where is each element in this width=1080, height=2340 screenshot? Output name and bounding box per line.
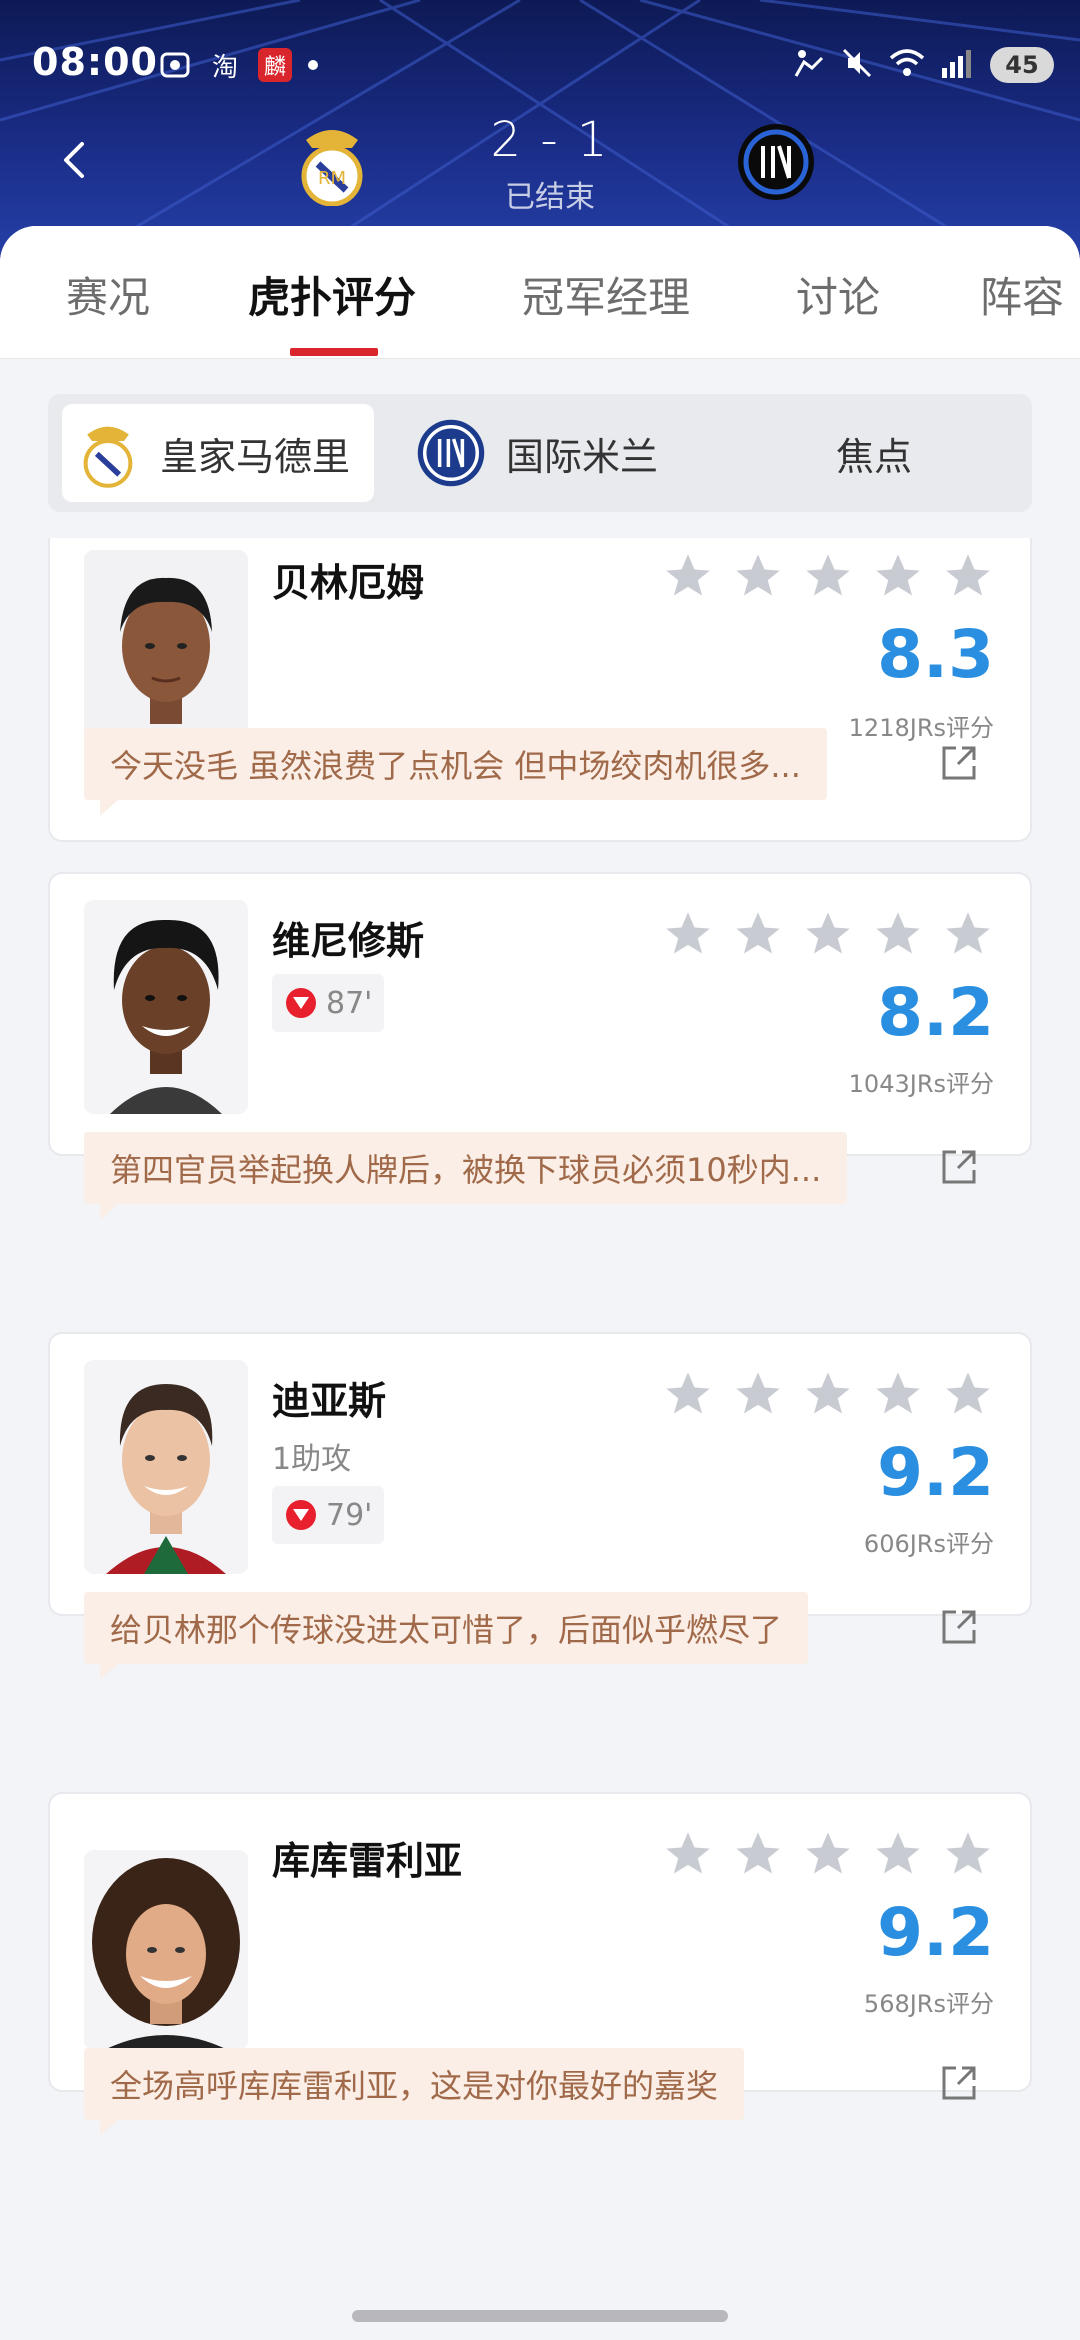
star-icon[interactable]: [942, 908, 994, 960]
star-icon[interactable]: [802, 1368, 854, 1420]
match-state: 已结束: [505, 180, 595, 215]
clock: 08:00: [32, 40, 158, 84]
player-name: 维尼修斯: [272, 919, 425, 963]
share-external-icon[interactable]: [938, 2062, 980, 2104]
top-comment[interactable]: 全场高呼库库雷利亚，这是对你最好的嘉奖: [84, 2048, 745, 2136]
star-icon[interactable]: [662, 1368, 714, 1420]
tab-hupu-ratings[interactable]: 虎扑评分: [248, 264, 416, 325]
tab-match-live[interactable]: 赛况: [66, 264, 150, 325]
status-bar: 08:00 淘 麟 45: [0, 34, 1080, 94]
sub-minute: 87': [326, 985, 373, 1021]
star-icon[interactable]: [872, 1368, 924, 1420]
back-arrow-icon[interactable]: [56, 140, 96, 180]
tab-discussion[interactable]: 讨论: [796, 264, 880, 325]
substitution-badge: 79': [272, 1486, 384, 1544]
real-madrid-crest-icon[interactable]: RM: [292, 120, 372, 206]
rating-stars[interactable]: [662, 550, 994, 602]
inter-milan-crest-icon[interactable]: [736, 122, 816, 202]
inter-milan-logo-icon: [417, 419, 485, 487]
segment-label: 国际米兰: [506, 434, 659, 479]
player-card[interactable]: 迪亚斯 1助攻 79' 9.2 606JRs评分 给贝林那个传球没进太可惜了，后…: [48, 1332, 1032, 1680]
star-icon[interactable]: [802, 1828, 854, 1880]
player-name: 迪亚斯: [272, 1379, 387, 1423]
tab-champion-manager[interactable]: 冠军经理: [522, 264, 690, 325]
segment-focus[interactable]: 焦点: [836, 404, 986, 502]
star-icon[interactable]: [732, 908, 784, 960]
player-card[interactable]: 贝林厄姆 8.3 1218JRs评分 今天没毛 虽然浪费了点机会 但中场绞肉机很…: [48, 538, 1032, 842]
vote-count: 606JRs评分: [863, 1530, 994, 1558]
star-icon[interactable]: [802, 908, 854, 960]
star-icon[interactable]: [942, 550, 994, 602]
segment-label: 焦点: [836, 434, 913, 479]
svg-text:RM: RM: [318, 168, 346, 189]
vote-count: 1218JRs评分: [848, 714, 994, 742]
assist-count: 1助攻: [272, 1442, 352, 1477]
star-icon[interactable]: [662, 550, 714, 602]
player-photo: [84, 900, 248, 1114]
player-photo: [84, 1850, 248, 2050]
player-name: 贝林厄姆: [272, 561, 425, 605]
vote-count: 1043JRs评分: [848, 1070, 994, 1098]
sub-minute: 79': [326, 1497, 373, 1533]
team-switcher: 皇家马德里 国际米兰 焦点: [48, 394, 1032, 512]
player-photo: [84, 1360, 248, 1574]
match-header: 08:00 淘 麟 45 RM 2 - 1 已结束: [0, 0, 1080, 260]
player-rating: 8.2: [877, 974, 994, 1051]
star-icon[interactable]: [872, 908, 924, 960]
wifi-icon: [888, 46, 926, 84]
ratings-sheet: 赛况 虎扑评分 冠军经理 讨论 阵容 皇家马德里 国际米兰 焦点 贝林厄姆 8.…: [0, 226, 1080, 2340]
star-icon[interactable]: [732, 1828, 784, 1880]
real-madrid-logo-icon: [83, 426, 133, 488]
star-icon[interactable]: [662, 1828, 714, 1880]
player-rating-list: 贝林厄姆 8.3 1218JRs评分 今天没毛 虽然浪费了点机会 但中场绞肉机很…: [0, 538, 1080, 2340]
score-panel: 2 - 1 已结束: [470, 112, 630, 216]
battery-indicator: 45: [990, 47, 1054, 83]
app-badge-icon: 麟: [258, 48, 292, 82]
rating-stars[interactable]: [662, 1368, 994, 1420]
star-icon[interactable]: [662, 908, 714, 960]
share-external-icon[interactable]: [938, 1146, 980, 1188]
star-icon[interactable]: [732, 1368, 784, 1420]
top-comment[interactable]: 给贝林那个传球没进太可惜了，后面似乎燃尽了: [84, 1592, 809, 1680]
share-external-icon[interactable]: [938, 1606, 980, 1648]
taobao-icon: 淘: [211, 52, 238, 83]
player-card[interactable]: 维尼修斯 87' 8.2 1043JRs评分 第四官员举起换人牌后，被换下球员必…: [48, 872, 1032, 1220]
tab-lineup[interactable]: 阵容: [980, 264, 1064, 325]
segment-real-madrid[interactable]: 皇家马德里: [62, 404, 374, 502]
top-comment[interactable]: 第四官员举起换人牌后，被换下球员必须10秒内...: [84, 1132, 848, 1220]
player-rating: 8.3: [877, 616, 994, 693]
notification-dot-icon: [308, 60, 318, 70]
star-icon[interactable]: [802, 550, 854, 602]
cellular-signal-icon: [940, 46, 976, 84]
vote-count: 568JRs评分: [863, 1990, 994, 2018]
home-indicator[interactable]: [352, 2310, 728, 2322]
top-comment[interactable]: 今天没毛 虽然浪费了点机会 但中场绞肉机很多...: [84, 728, 827, 816]
mute-icon: [840, 46, 874, 84]
do-not-disturb-icon: [792, 46, 826, 84]
tab-bar: 赛况 虎扑评分 冠军经理 讨论 阵容: [0, 226, 1080, 359]
player-rating: 9.2: [877, 1894, 994, 1971]
star-icon[interactable]: [732, 550, 784, 602]
sub-out-arrow-icon: [286, 988, 316, 1018]
match-score: 2 - 1: [490, 112, 610, 168]
screen-record-icon: [158, 48, 192, 82]
star-icon[interactable]: [872, 550, 924, 602]
active-tab-indicator: [290, 348, 378, 356]
star-icon[interactable]: [872, 1828, 924, 1880]
star-icon[interactable]: [942, 1368, 994, 1420]
segment-label: 皇家马德里: [160, 434, 351, 479]
player-card[interactable]: 库库雷利亚 9.2 568JRs评分 全场高呼库库雷利亚，这是对你最好的嘉奖: [48, 1792, 1032, 2136]
share-external-icon[interactable]: [938, 742, 980, 784]
substitution-badge: 87': [272, 974, 384, 1032]
rating-stars[interactable]: [662, 1828, 994, 1880]
segment-inter-milan[interactable]: 国际米兰: [416, 404, 716, 502]
player-rating: 9.2: [877, 1434, 994, 1511]
sub-out-arrow-icon: [286, 1500, 316, 1530]
star-icon[interactable]: [942, 1828, 994, 1880]
rating-stars[interactable]: [662, 908, 994, 960]
player-name: 库库雷利亚: [272, 1839, 463, 1883]
